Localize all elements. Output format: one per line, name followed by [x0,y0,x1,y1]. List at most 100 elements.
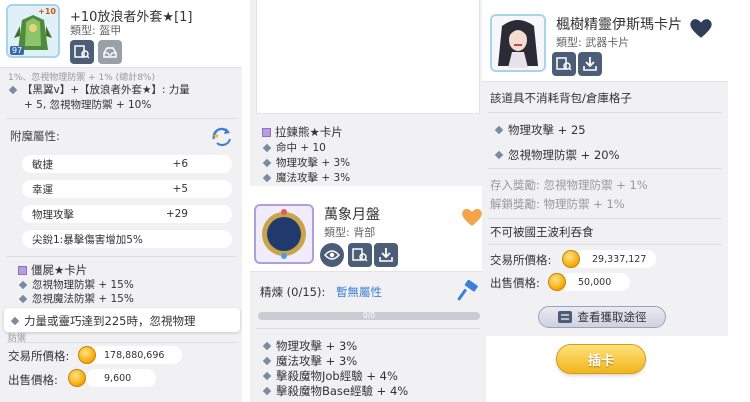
card-line: 忽視魔法防禦 + 15% [18,291,134,306]
refine-label: 精煉 (0/15): [260,285,326,299]
zipper-card-line-text: 魔法攻擊 + 3% [276,172,351,184]
middle-item-name: 萬象月盤 [324,207,380,223]
set-bonus-line-2: + 5, 忽視物理防禦 + 10% [24,99,152,111]
heart-icon [462,208,482,226]
enchant-title: 附魔屬性: [10,129,60,143]
enchant-row: 敏捷 +6 [22,155,232,173]
poring-note: 不可被國王波利吞食 [490,225,594,239]
zipper-card-line-text: 命中 + 10 [276,142,326,154]
insert-card-button[interactable]: 插卡 [556,344,646,374]
refresh-sparkle-icon [212,127,231,146]
right-sell-pill: 50,000 [560,273,630,291]
right-stat-text: 物理攻擊 + 25 [508,123,586,137]
zipper-card-line: 魔法攻擊 + 3% [262,170,350,185]
inspect-icon [556,57,572,71]
enchant-value: +29 [165,208,188,220]
card-slot-title: 僵屍★卡片 [18,262,87,278]
moon-disc-icon [262,209,306,259]
middle-item-panel: 萬象月盤 類型: 背部 精煉 (0/15): 暫無屬性 0/0 物理攻擊 + 3… [250,194,486,402]
middle-divider [256,328,480,329]
left-item-panel: +10 97 +10放浪者外套★[1] 類型: 盔甲 1%、忽視物理防禦 + 1… [0,0,242,402]
set-bonus-line-1: 【黑翼v】+【放浪者外套★】: 力量 [8,82,190,97]
left-inspect-button[interactable] [70,40,94,64]
middle-download-button[interactable] [374,243,398,267]
right-download-button[interactable] [578,52,602,76]
middle-view-button[interactable] [320,243,344,267]
enchant-row: 物理攻擊 +29 [22,205,232,223]
left-divider-3 [6,342,236,343]
zipper-card-title: 拉鍊熊★卡片 [262,124,343,140]
stat-tooltip: 力量或靈巧達到225時，忽視物理 [4,308,240,332]
view-source-button[interactable]: 查看獲取途徑 [538,306,666,328]
refine-hammer-button[interactable] [456,279,480,302]
right-favorite-button[interactable] [688,16,714,40]
inventory-note: 該道具不消耗背包/倉庫格子 [490,91,632,105]
enchant-label: 尖銳1:暴擊傷害增加5% [32,233,143,246]
trade-price-pill: 178,880,696 [86,346,182,364]
middle-stat-line: 擊殺魔物Job經驗 + 4% [262,368,398,384]
deposit-reward-line: 存入獎勵: 忽視物理防禦 + 1% [490,177,648,193]
right-divider-1 [488,112,722,113]
view-source-label: 查看獲取途徑 [577,310,647,324]
right-sell-value: 50,000 [578,276,612,288]
right-item-thumbnail[interactable] [490,14,546,72]
zipper-card-line: 物理攻擊 + 3% [262,155,350,170]
trade-price-value: 178,880,696 [104,349,165,361]
deposit-reward-label: 存入獎勵: [490,178,540,192]
enchant-value: +5 [172,183,188,195]
middle-stat-text: 物理攻擊 + 3% [276,339,358,353]
refresh-enchant-button[interactable] [210,125,234,147]
right-item-type: 類型: 武器卡片 [556,36,630,49]
enchant-row: 尖銳1:暴擊傷害增加5% [22,230,232,248]
right-divider-2 [488,168,722,169]
spirit-card-icon [492,16,544,70]
enchant-value: +6 [172,158,188,170]
middle-inspect-button[interactable] [348,243,372,267]
right-trade-value: 29,337,127 [592,253,647,265]
right-divider-3 [488,218,722,219]
insert-card-label: 插卡 [587,353,614,369]
unlock-reward-line: 解鎖獎勵: 物理防禦 + 1% [490,196,625,212]
enchant-row: 幸運 +5 [22,180,232,198]
trade-price-label: 交易所價格: [8,349,70,363]
left-divider-1 [6,118,236,119]
right-stat-text: 忽視物理防禦 + 20% [508,148,620,162]
left-divider-2 [6,256,236,257]
enchant-label: 物理攻擊 [32,208,74,221]
card-slot-name: 僵屍★卡片 [31,263,88,277]
enchant-label: 幸運 [32,183,53,196]
download-icon [583,57,597,71]
download-icon [379,248,393,262]
tooltip-text: 力量或靈巧達到225時，忽視物理 [10,313,195,329]
middle-top-panel: 拉鍊熊★卡片 命中 + 10 物理攻擊 + 3% 魔法攻擊 + 3% [250,0,486,186]
middle-top-white-area [256,0,480,114]
right-sell-label: 出售價格: [490,276,540,290]
left-item-type: 類型: 盔甲 [70,24,122,37]
right-header: 楓樹精靈伊斯瑪卡片 類型: 武器卡片 [482,0,728,82]
left-equip-button[interactable] [98,40,122,64]
right-inspect-button[interactable] [552,52,576,76]
refine-progress-text: 0/0 [362,311,376,320]
unlock-reward-value: 物理防禦 + 1% [543,197,625,211]
middle-favorite-button[interactable] [460,206,484,228]
tray-icon [103,47,117,58]
right-divider-4 [488,244,722,245]
list-icon [557,311,572,323]
card-icon [18,266,27,275]
right-item-name: 楓樹精靈伊斯瑪卡片 [556,17,682,33]
hammer-icon [457,279,478,301]
level-badge: 97 [10,46,25,55]
left-item-thumbnail[interactable]: +10 97 [6,4,60,58]
refine-progress-bar: 0/0 [258,311,480,320]
zeny-coin-icon [68,369,86,387]
middle-item-thumbnail[interactable] [254,204,314,264]
card-line-text: 忽視物理防禦 + 15% [32,279,134,291]
card-line-text: 忽視魔法防禦 + 15% [32,293,134,305]
middle-header: 萬象月盤 類型: 背部 [250,194,486,272]
zipper-card-name: 拉鍊熊★卡片 [275,125,343,139]
zeny-coin-icon [548,273,566,291]
inspect-icon [74,45,90,59]
sell-price-value: 9,600 [104,372,132,384]
tooltip-label: 力量或靈巧達到225時，忽視物理 [24,314,196,328]
middle-stat-text: 擊殺魔物Base經驗 + 4% [276,384,409,398]
